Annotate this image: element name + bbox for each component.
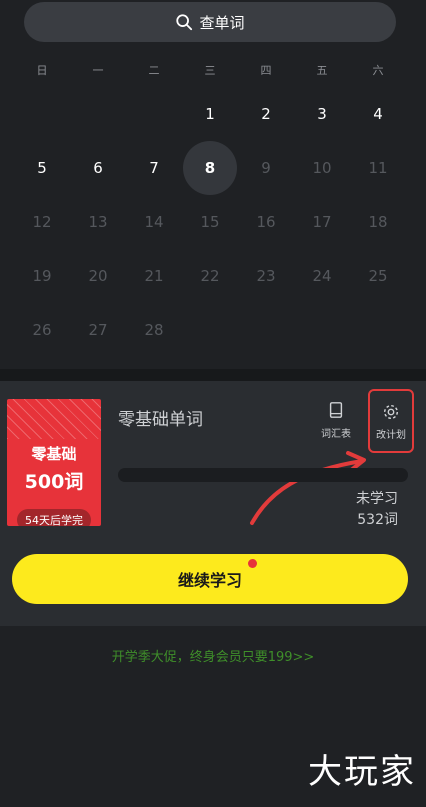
calendar-day[interactable]: 16: [238, 195, 294, 249]
calendar-empty-cell: [294, 303, 350, 357]
calendar-day[interactable]: 7: [126, 141, 182, 195]
calendar-day[interactable]: 18: [350, 195, 406, 249]
unlearned-count: 532词: [357, 512, 398, 528]
calendar-empty-cell: [182, 303, 238, 357]
calendar-week-row: 1234: [14, 87, 406, 141]
calendar-day[interactable]: 13: [70, 195, 126, 249]
course-card: 零基础 500词 54天后学完 零基础单词 词汇表 改计划 未学习 532词 继…: [0, 381, 426, 626]
book-title-line1: 零基础: [31, 445, 77, 463]
watermark: 大玩家: [308, 752, 416, 792]
calendar-empty-cell: [126, 87, 182, 141]
calendar-day[interactable]: 10: [294, 141, 350, 195]
book-pattern: [7, 399, 101, 439]
weekday-label: 二: [148, 64, 160, 77]
weekday-label: 五: [316, 64, 328, 77]
calendar-empty-cell: [350, 303, 406, 357]
calendar-panel: 查单词 日一二三四五六 1 2 3 4 5 6 7 8 9 10 11 12 13 14 15 16 17 18 1…: [0, 0, 426, 369]
book-icon: [329, 402, 343, 418]
weekday-label: 四: [260, 64, 272, 77]
calendar-day[interactable]: 20: [70, 249, 126, 303]
unlearned-label: 未学习: [356, 491, 398, 507]
section-divider: [0, 369, 426, 381]
search-label: 查单词: [199, 13, 245, 32]
calendar-day[interactable]: 19: [14, 249, 70, 303]
calendar-week-row: 19 20 21 22 23 24 25: [14, 249, 406, 303]
vocab-list-button[interactable]: 词汇表: [316, 401, 356, 445]
calendar-day[interactable]: 1: [182, 87, 238, 141]
calendar-empty-cell: [14, 87, 70, 141]
search-icon: [176, 14, 193, 31]
book-finish-badge: 54天后学完: [17, 509, 91, 526]
calendar-empty-cell: [238, 303, 294, 357]
weekday-label: 三: [204, 64, 216, 77]
notification-dot: [248, 559, 257, 568]
calendar-week-row: 26 27 28: [14, 303, 406, 357]
promo-link[interactable]: 开学季大促，终身会员只要199>>: [0, 646, 426, 665]
calendar-day[interactable]: 21: [126, 249, 182, 303]
calendar-grid: 1 2 3 4 5 6 7 8 9 10 11 12 13 14 15 16 17 18 19 20 21 22 23 24 2…: [14, 87, 406, 357]
calendar-day[interactable]: 11: [350, 141, 406, 195]
change-plan-button[interactable]: 改计划: [368, 389, 414, 453]
calendar-day[interactable]: 2: [238, 87, 294, 141]
continue-study-button[interactable]: 继续学习: [12, 554, 408, 604]
weekday-label: 日: [36, 64, 48, 77]
calendar-day[interactable]: 28: [126, 303, 182, 357]
calendar-empty-cell: [70, 87, 126, 141]
change-plan-label: 改计划: [376, 430, 406, 441]
calendar-day[interactable]: 15: [182, 195, 238, 249]
calendar-day[interactable]: 24: [294, 249, 350, 303]
weekday-label: 六: [372, 64, 384, 77]
calendar-day-today[interactable]: 8: [182, 141, 238, 195]
calendar-day[interactable]: 14: [126, 195, 182, 249]
course-title: 零基础单词: [118, 410, 203, 430]
calendar-day[interactable]: 26: [14, 303, 70, 357]
calendar-day[interactable]: 3: [294, 87, 350, 141]
calendar-day[interactable]: 25: [350, 249, 406, 303]
calendar-day[interactable]: 6: [70, 141, 126, 195]
weekday-label: 一: [92, 64, 104, 77]
calendar-day[interactable]: 9: [238, 141, 294, 195]
calendar-week-row: 12 13 14 15 16 17 18: [14, 195, 406, 249]
gear-icon: [383, 404, 399, 420]
calendar-day[interactable]: 17: [294, 195, 350, 249]
annotation-arrow: [250, 451, 366, 525]
calendar-day[interactable]: 12: [14, 195, 70, 249]
calendar-day[interactable]: 5: [14, 141, 70, 195]
vocab-list-label: 词汇表: [321, 429, 351, 440]
book-cover[interactable]: 零基础 500词 54天后学完: [7, 399, 101, 526]
calendar-day[interactable]: 22: [182, 249, 238, 303]
calendar-week-row: 5 6 7 8 9 10 11: [14, 141, 406, 195]
calendar-day[interactable]: 4: [350, 87, 406, 141]
book-title-line2: 500词: [24, 471, 84, 493]
weekday-header: 日一二三四五六: [14, 62, 406, 78]
search-bar[interactable]: 查单词: [24, 2, 396, 42]
calendar-day[interactable]: 27: [70, 303, 126, 357]
study-progress-bar: [118, 468, 408, 482]
calendar-day[interactable]: 23: [238, 249, 294, 303]
